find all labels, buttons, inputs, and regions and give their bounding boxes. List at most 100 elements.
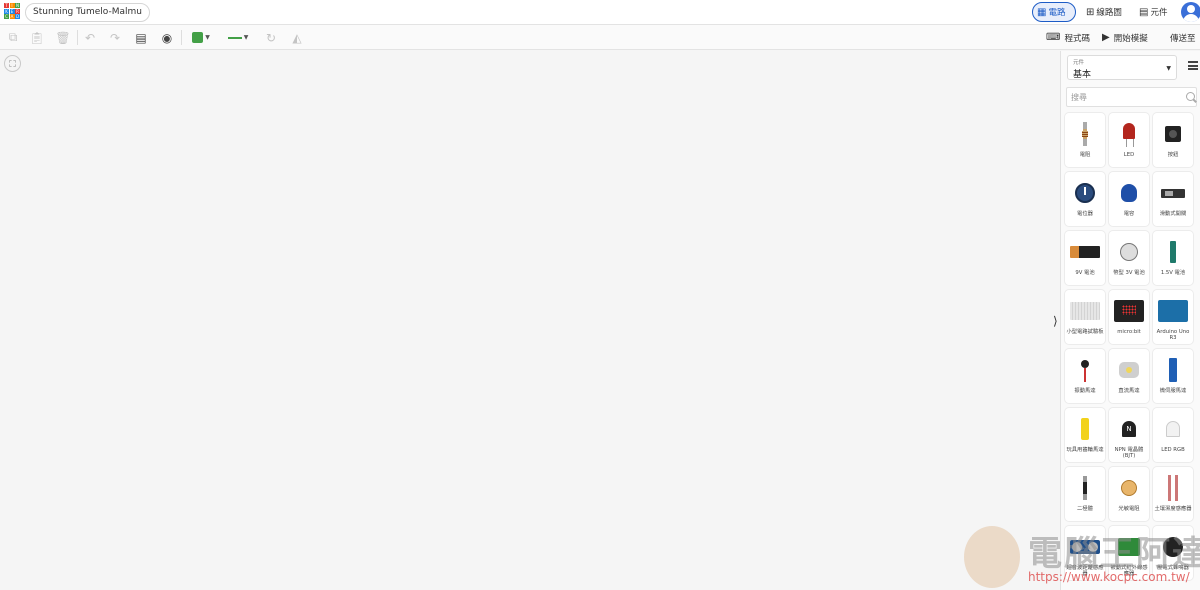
category-caption: 元件 [1073, 60, 1085, 66]
copy-icon: ⧉ [8, 30, 18, 44]
diode-icon [1083, 476, 1087, 500]
undo-button[interactable]: ↶ [80, 28, 100, 47]
photoresistor-icon [1121, 480, 1137, 496]
component-label: NPN 電晶體 (BJT) [1114, 447, 1144, 460]
component-label: 電容 [1123, 211, 1135, 217]
undo-icon: ↶ [84, 30, 96, 45]
component-card-servo[interactable]: 微伺服馬達 [1153, 349, 1193, 403]
component-card-slide-switch[interactable]: 滑動式開關 [1153, 172, 1193, 226]
component-card-gear-motor[interactable]: 玩具用齒輪馬達 [1065, 408, 1105, 462]
logo-letter: T [4, 3, 9, 8]
component-category-select[interactable]: 元件 基本 ▼ [1067, 55, 1177, 80]
parts-list-button[interactable]: ▤ 元件 [1137, 2, 1177, 22]
component-label: 小型電路試驗板 [1066, 329, 1104, 335]
flip-icon: ◭ [292, 30, 302, 45]
servo-icon [1169, 358, 1177, 382]
component-label: 9V 電池 [1075, 270, 1095, 276]
component-card-dc-motor[interactable]: 直流馬達 [1109, 349, 1149, 403]
components-panel: 元件 基本 ▼ 電阻 LED 按鈕 電位器 電容 滑動式開關 9V 電池 幣型 … [1060, 51, 1200, 590]
component-label: 滑動式開關 [1159, 211, 1187, 217]
component-label: 直流馬達 [1118, 388, 1140, 394]
note-icon: ▤ [135, 30, 147, 45]
chevron-down-icon: ▼ [1166, 65, 1171, 72]
rotate-button[interactable]: ↻ [261, 28, 281, 47]
paste-button[interactable]: 📋︎ [27, 28, 47, 47]
workplane-canvas[interactable] [0, 51, 1060, 590]
component-label: Arduino Uno R3 [1156, 329, 1190, 342]
capacitor-icon [1121, 184, 1137, 202]
battery-9v-icon [1070, 246, 1100, 258]
component-card-microbit[interactable]: micro:bit [1109, 290, 1149, 344]
component-card-diode[interactable]: 二極體 [1065, 467, 1105, 521]
start-simulation-button[interactable]: ▶ 開始模擬 [1102, 28, 1148, 47]
code-label: 程式碼 [1064, 33, 1090, 44]
send-to-button[interactable]: 傳送至 [1170, 28, 1196, 47]
component-card-capacitor[interactable]: 電容 [1109, 172, 1149, 226]
circuit-view-label: 電路 [1048, 8, 1066, 18]
list-view-toggle[interactable] [1188, 61, 1198, 70]
tinkercad-logo[interactable]: T I N K E R C A D [4, 3, 20, 19]
component-card-led[interactable]: LED [1109, 113, 1149, 167]
logo-letter: A [9, 14, 15, 19]
component-card-arduino[interactable]: Arduino Uno R3 [1153, 290, 1193, 344]
toolbar-divider [77, 30, 78, 45]
trash-icon: 🗑︎ [55, 30, 71, 45]
component-label: 二極體 [1077, 506, 1093, 512]
search-icon[interactable] [1186, 92, 1195, 101]
component-label: 1.5V 電池 [1160, 270, 1186, 276]
annotation-visibility-button[interactable]: ◉ [157, 28, 177, 47]
eye-note-icon: ◉ [161, 30, 173, 45]
wire-color-picker[interactable]: ▼ [187, 28, 215, 47]
parts-list-label: 元件 [1150, 8, 1168, 18]
component-search [1066, 87, 1197, 107]
component-card-rgb-led[interactable]: LED RGB [1153, 408, 1193, 462]
copy-button[interactable]: ⧉ [3, 28, 23, 47]
logo-letter: E [9, 8, 15, 14]
search-input[interactable] [1071, 90, 1181, 105]
site-watermark: 電腦王阿達 https://www.kocpc.com.tw/ [962, 522, 1200, 590]
component-card-resistor[interactable]: 電阻 [1065, 113, 1105, 167]
rotate-icon: ↻ [265, 30, 277, 45]
component-card-photoresistor[interactable]: 光敏電阻 [1109, 467, 1149, 521]
collapse-panel-chevron-icon[interactable]: ⟩ [1053, 314, 1058, 328]
project-title[interactable]: Stunning Tumelo-Malmu [25, 3, 150, 22]
redo-icon: ↷ [109, 30, 121, 45]
redo-button[interactable]: ↷ [105, 28, 125, 47]
component-card-breadboard[interactable]: 小型電路試驗板 [1065, 290, 1105, 344]
paste-icon: 📋︎ [29, 30, 45, 45]
list-icon [1188, 68, 1198, 70]
fit-view-icon [9, 60, 16, 67]
potentiometer-icon [1075, 183, 1095, 203]
list-icon [1188, 64, 1198, 67]
zoom-to-fit-button[interactable] [4, 55, 21, 72]
schematic-view-button[interactable]: ⊞ 線路圖 [1083, 2, 1131, 22]
component-card-potentiometer[interactable]: 電位器 [1065, 172, 1105, 226]
component-card-battery-9v[interactable]: 9V 電池 [1065, 231, 1105, 285]
component-card-vibration-motor[interactable]: 振動馬達 [1065, 349, 1105, 403]
table-icon: ▤ [1139, 6, 1149, 18]
led-icon [1123, 123, 1135, 147]
code-button[interactable]: ⌨ 程式碼 [1046, 28, 1090, 47]
component-label: LED RGB [1161, 447, 1185, 453]
resistor-icon [1082, 122, 1088, 146]
delete-button[interactable]: 🗑︎ [53, 28, 73, 47]
wire-type-picker[interactable]: ▼ [222, 28, 254, 47]
gear-motor-icon [1081, 418, 1089, 440]
component-card-npn-transistor[interactable]: N NPN 電晶體 (BJT) [1109, 408, 1149, 462]
wire-type-icon [227, 36, 242, 39]
code-icon: ⌨ [1046, 32, 1061, 43]
top-header: T I N K E R C A D Stunning Tumelo-Malmu … [0, 0, 1200, 25]
component-label: LED [1123, 152, 1135, 158]
component-grid: 電阻 LED 按鈕 電位器 電容 滑動式開關 9V 電池 幣型 3V 電池 1.… [1065, 113, 1199, 580]
user-avatar[interactable] [1181, 2, 1200, 22]
component-card-battery-aa[interactable]: 1.5V 電池 [1153, 231, 1193, 285]
component-card-pushbutton[interactable]: 按鈕 [1153, 113, 1193, 167]
flip-button[interactable]: ◭ [287, 28, 307, 47]
component-label: 玩具用齒輪馬達 [1066, 447, 1104, 453]
component-card-coin-battery[interactable]: 幣型 3V 電池 [1109, 231, 1149, 285]
microbit-icon [1114, 300, 1144, 322]
rgb-led-icon [1166, 421, 1180, 437]
circuit-view-button[interactable]: ▦ 電路 [1032, 2, 1076, 22]
component-card-soil-sensor[interactable]: 土壤濕度感應器 [1153, 467, 1193, 521]
notes-button[interactable]: ▤ [131, 28, 151, 47]
